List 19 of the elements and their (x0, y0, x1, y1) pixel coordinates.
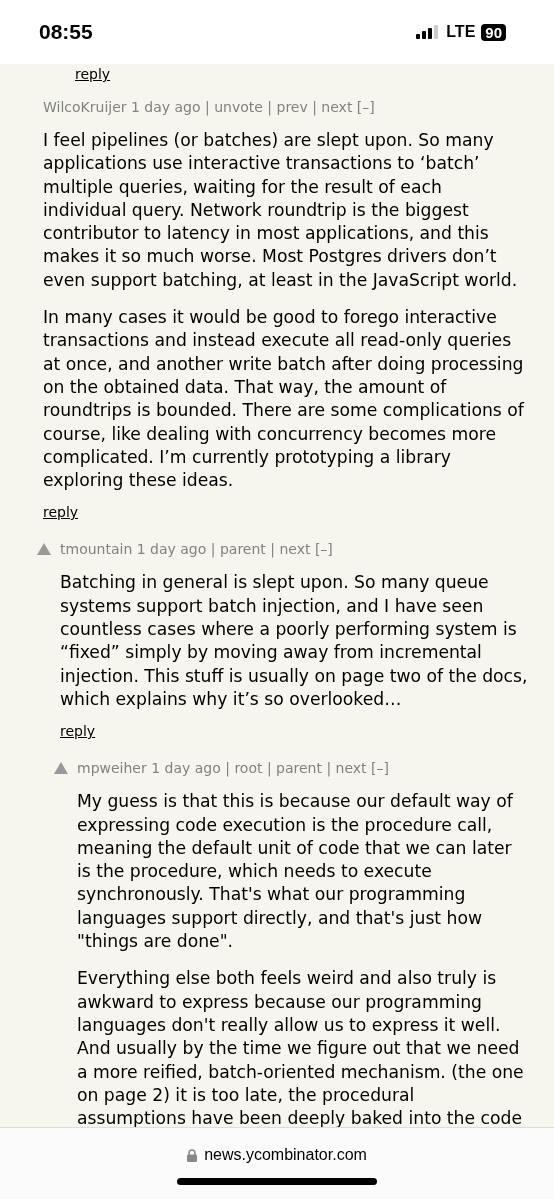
network-label: LTE (446, 23, 476, 41)
comment-paragraph: Everything else both feels weird and also truly is awkward to express because our programming languages don't really allow us to express it well. And usually by the time we figure out that we need a more reified, batch-oriented mechanism. (the one on page 2) it is too late, the procedural assumptions have been deeply baked into the code (77, 967, 525, 1127)
comment-paragraph: I feel pipelines (or batches) are slept upon. So many applications use interactive transactions to ‘batch’ multiple queries, waiting for the result of each individual query. Network roundtrip is the biggest contributor to latency in most applications, and this makes it so much worse. Most Postgres drivers don’t even support batching, at least in the JavaScript world. (43, 129, 519, 292)
comment-header: mpweiher 1 day ago | root | parent | next [–] (77, 760, 389, 777)
comment-paragraph: In many cases it would be good to forego interactive transactions and instead execute all read-only queries at once, and another write batch after doing processing on the obtained data. That way, the amount of roundtrips is bounded. There are some complications of course, like dealing with concurrency becomes more complicated. I’m currently prototyping a library exploring these ideas. (43, 306, 525, 493)
lock-icon (187, 1148, 198, 1162)
reply-link[interactable]: reply (75, 66, 111, 82)
comment-header: WilcoKruijer 1 day ago | unvote | prev | next [–] (43, 99, 375, 115)
comment-paragraph: My guess is that this is because our default way of expressing code execution is the procedure call, meaning the default unit of code that we can later is the procedure, which needs to execute synchronously. That's what our programming languages support directly, and that's just how "things are done". (77, 790, 514, 953)
clock-time: 08:55 (39, 20, 93, 44)
upvote-icon[interactable] (54, 762, 68, 775)
reply-link[interactable]: reply (43, 504, 79, 521)
battery-level: 90 (481, 23, 506, 41)
signal-icon (416, 25, 441, 39)
comment-header: tmountain 1 day ago | parent | next [–] (60, 541, 333, 558)
url-text[interactable]: news.ycombinator.com (204, 1146, 367, 1164)
upvote-icon[interactable] (37, 543, 51, 556)
comment-paragraph: Batching in general is slept upon. So many queue systems support batch injection, and I have seen countless cases where a poorly performing system is “fixed” simply by moving away from incremental injection. This stuff is usually on page two of the docs, which explains why it’s so overlooked… (60, 571, 528, 711)
reply-link[interactable]: reply (60, 723, 96, 740)
